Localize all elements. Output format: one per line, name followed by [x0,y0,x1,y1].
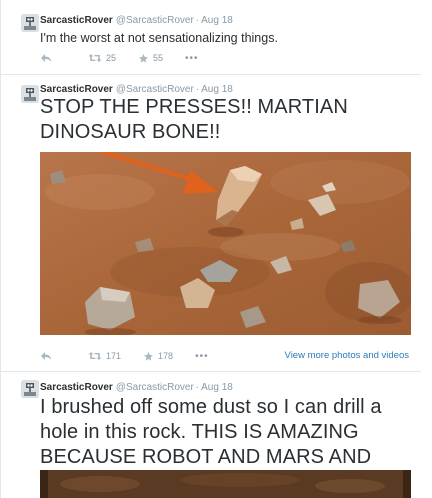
favorite-count: 55 [153,53,164,63]
favorite-button[interactable]: 55 [138,53,163,64]
tweet-actions: 25 55 ••• [40,51,221,65]
tweet[interactable]: SarcasticRover @SarcasticRover · Aug 18 I'm… [1,0,421,75]
retweet-icon [88,54,102,62]
user-handle[interactable]: @SarcasticRover [116,84,194,95]
tweet-text: STOP THE PRESSES!! MARTIAN DINOSAUR BONE… [40,96,348,143]
tweet-text: I'm the worst at not sensationalizing th… [40,31,278,45]
rover-avatar-icon [21,14,39,32]
view-more-media-link[interactable]: View more photos and videos [285,350,409,361]
reply-icon [41,54,51,62]
rock-drill-photo [40,470,411,498]
tweet-header: SarcasticRover @SarcasticRover · Aug 18 [40,15,233,27]
timestamp[interactable]: Aug 18 [201,15,233,26]
reply-button[interactable] [40,351,52,361]
retweet-count: 171 [106,351,122,361]
separator: · [195,84,200,95]
more-icon[interactable]: ••• [185,53,199,64]
tweet[interactable]: SarcasticRover @SarcasticRover · Aug 18 I b… [1,372,421,498]
favorite-count: 178 [158,351,174,361]
reply-button[interactable] [40,53,52,63]
avatar[interactable] [21,14,39,32]
rover-avatar-icon [21,380,39,398]
timeline: SarcasticRover @SarcasticRover · Aug 18 I'm… [0,0,432,498]
retweet-icon [88,352,102,360]
timestamp[interactable]: Aug 18 [201,84,233,95]
user-handle[interactable]: @SarcasticRover [116,382,194,393]
user-name[interactable]: SarcasticRover [40,15,113,26]
separator: · [195,382,200,393]
star-icon [143,351,154,361]
timestamp[interactable]: Aug 18 [201,382,233,393]
user-name[interactable]: SarcasticRover [40,84,113,95]
tweet[interactable]: SarcasticRover @SarcasticRover · Aug 18 STO… [1,75,421,372]
retweet-button[interactable]: 171 [88,351,121,361]
avatar[interactable] [21,85,39,103]
retweet-button[interactable]: 25 [88,53,116,63]
rover-avatar-icon [21,85,39,103]
favorite-button[interactable]: 178 [143,351,173,362]
user-handle[interactable]: @SarcasticRover [116,15,194,26]
tweet-photo[interactable] [40,152,411,335]
retweet-count: 25 [106,53,117,63]
tweet-photo[interactable] [40,470,411,498]
reply-icon [41,352,51,360]
avatar[interactable] [21,380,39,398]
star-icon [138,53,149,63]
separator: · [195,15,200,26]
tweet-header: SarcasticRover @SarcasticRover · Aug 18 [40,382,233,394]
user-name[interactable]: SarcasticRover [40,382,113,393]
mars-rock-photo [40,152,411,335]
tweet-actions: 171 178 ••• [40,349,231,363]
more-icon[interactable]: ••• [195,351,209,362]
